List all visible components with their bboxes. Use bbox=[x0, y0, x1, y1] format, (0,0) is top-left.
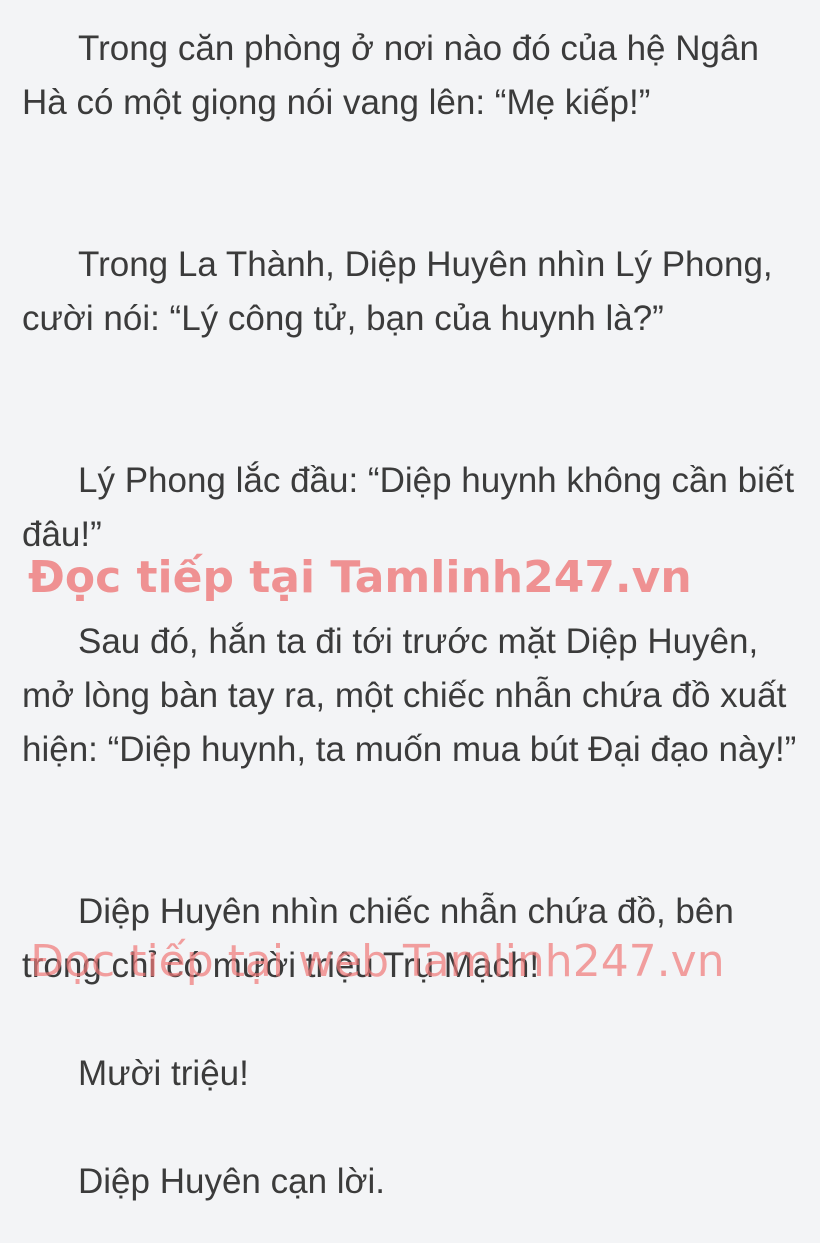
story-paragraph: Trong La Thành, Diệp Huyên nhìn Lý Phong… bbox=[22, 245, 773, 338]
story-paragraph: Lý Phong lắc đầu: “Diệp huynh không cần … bbox=[22, 461, 795, 554]
story-paragraph: Diệp Huyên cạn lời. bbox=[78, 1162, 385, 1201]
story-paragraph: Mười triệu! bbox=[78, 1054, 249, 1093]
story-paragraph: Sau đó, hắn ta đi tới trước mặt Diệp Huy… bbox=[22, 622, 797, 769]
story-paragraph: Trong căn phòng ở nơi nào đó của hệ Ngân… bbox=[22, 29, 759, 122]
story-paragraph: Diệp Huyên nhìn chiếc nhẫn chứa đồ, bên … bbox=[22, 892, 734, 985]
reading-page: Trong căn phòng ở nơi nào đó của hệ Ngân… bbox=[0, 0, 820, 1243]
